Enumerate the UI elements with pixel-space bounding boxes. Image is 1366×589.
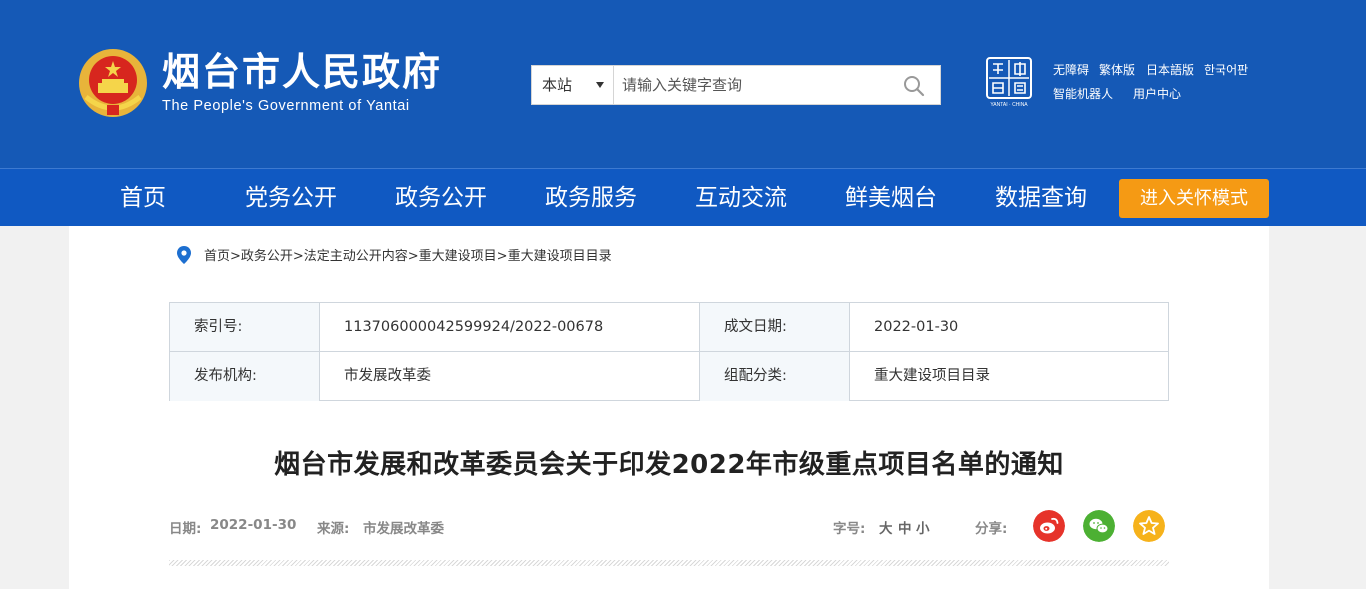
svg-text:YANTAI · CHINA: YANTAI · CHINA xyxy=(990,102,1028,108)
document-meta-table: 索引号: 113706000042599924/2022-00678 成文日期:… xyxy=(169,302,1169,401)
nav-yantai[interactable]: 鲜美烟台 xyxy=(845,183,937,213)
location-pin-icon xyxy=(177,246,191,264)
meta-index-label: 索引号: xyxy=(170,303,320,352)
share-label: 分享: xyxy=(975,521,1008,537)
meta-org-label: 发布机构: xyxy=(170,352,320,401)
search-bar: 本站 xyxy=(531,65,941,105)
favorite-star-icon[interactable] xyxy=(1133,510,1165,542)
font-size-small-button[interactable]: 小 xyxy=(916,517,930,537)
nav-government-affairs[interactable]: 政务公开 xyxy=(395,183,487,213)
nav-data-query[interactable]: 数据查询 xyxy=(995,183,1087,213)
article-source-label: 来源: xyxy=(317,521,350,537)
meta-org-value: 市发展改革委 xyxy=(320,352,700,401)
link-traditional[interactable]: 繁体版 xyxy=(1099,61,1135,78)
wechat-share-icon[interactable] xyxy=(1083,510,1115,542)
link-japanese[interactable]: 日本語版 xyxy=(1146,61,1194,78)
font-size-medium-button[interactable]: 中 xyxy=(898,517,912,537)
meta-date-value: 2022-01-30 xyxy=(850,303,1168,352)
yantai-china-seal-icon: YANTAI · CHINA xyxy=(986,57,1032,108)
national-emblem-icon xyxy=(79,49,147,117)
weibo-share-icon[interactable] xyxy=(1033,510,1065,542)
font-size-large-button[interactable]: 大 xyxy=(879,517,893,537)
nav-government-services[interactable]: 政务服务 xyxy=(545,183,637,213)
article-title: 烟台市发展和改革委员会关于印发2022年市级重点项目名单的通知 xyxy=(274,450,1064,480)
search-icon[interactable] xyxy=(902,74,926,98)
nav-home[interactable]: 首页 xyxy=(120,183,166,213)
nav-interaction[interactable]: 互动交流 xyxy=(695,183,787,213)
site-title[interactable]: 烟台市人民政府 xyxy=(162,50,442,94)
link-korean[interactable]: 한국어판 xyxy=(1204,61,1248,78)
search-input[interactable] xyxy=(622,70,892,100)
link-accessibility[interactable]: 无障碍 xyxy=(1053,61,1089,78)
search-scope-select[interactable]: 本站 xyxy=(532,66,614,104)
chevron-down-icon xyxy=(596,82,604,88)
site-header: 烟台市人民政府 The People's Government of Yanta… xyxy=(0,0,1366,168)
meta-category-value: 重大建设项目目录 xyxy=(874,368,990,384)
link-user-center[interactable]: 用户中心 xyxy=(1133,85,1181,102)
main-nav: 首页 党务公开 政务公开 政务服务 互动交流 鲜美烟台 数据查询 进入关怀模式 xyxy=(0,168,1366,226)
meta-date-label: 成文日期: xyxy=(700,303,850,352)
site-subtitle: The People's Government of Yantai xyxy=(162,98,410,114)
main-content: 首页>政务公开>法定主动公开内容>重大建设项目>重大建设项目目录 索引号: 11… xyxy=(69,226,1269,589)
link-robot[interactable]: 智能机器人 xyxy=(1053,85,1113,102)
font-size-label: 字号: xyxy=(833,521,866,537)
nav-party-affairs[interactable]: 党务公开 xyxy=(245,183,337,213)
content-divider xyxy=(169,560,1169,566)
meta-index-value: 113706000042599924/2022-00678 xyxy=(320,303,700,352)
article-date-label: 日期: xyxy=(169,521,202,537)
breadcrumb[interactable]: 首页>政务公开>法定主动公开内容>重大建设项目>重大建设项目目录 xyxy=(204,245,612,264)
article-date: 2022-01-30 xyxy=(210,517,297,533)
care-mode-button[interactable]: 进入关怀模式 xyxy=(1119,179,1269,218)
article-source: 市发展改革委 xyxy=(363,521,444,537)
meta-category-label: 组配分类: xyxy=(700,352,850,401)
search-scope-label: 本站 xyxy=(542,76,573,94)
